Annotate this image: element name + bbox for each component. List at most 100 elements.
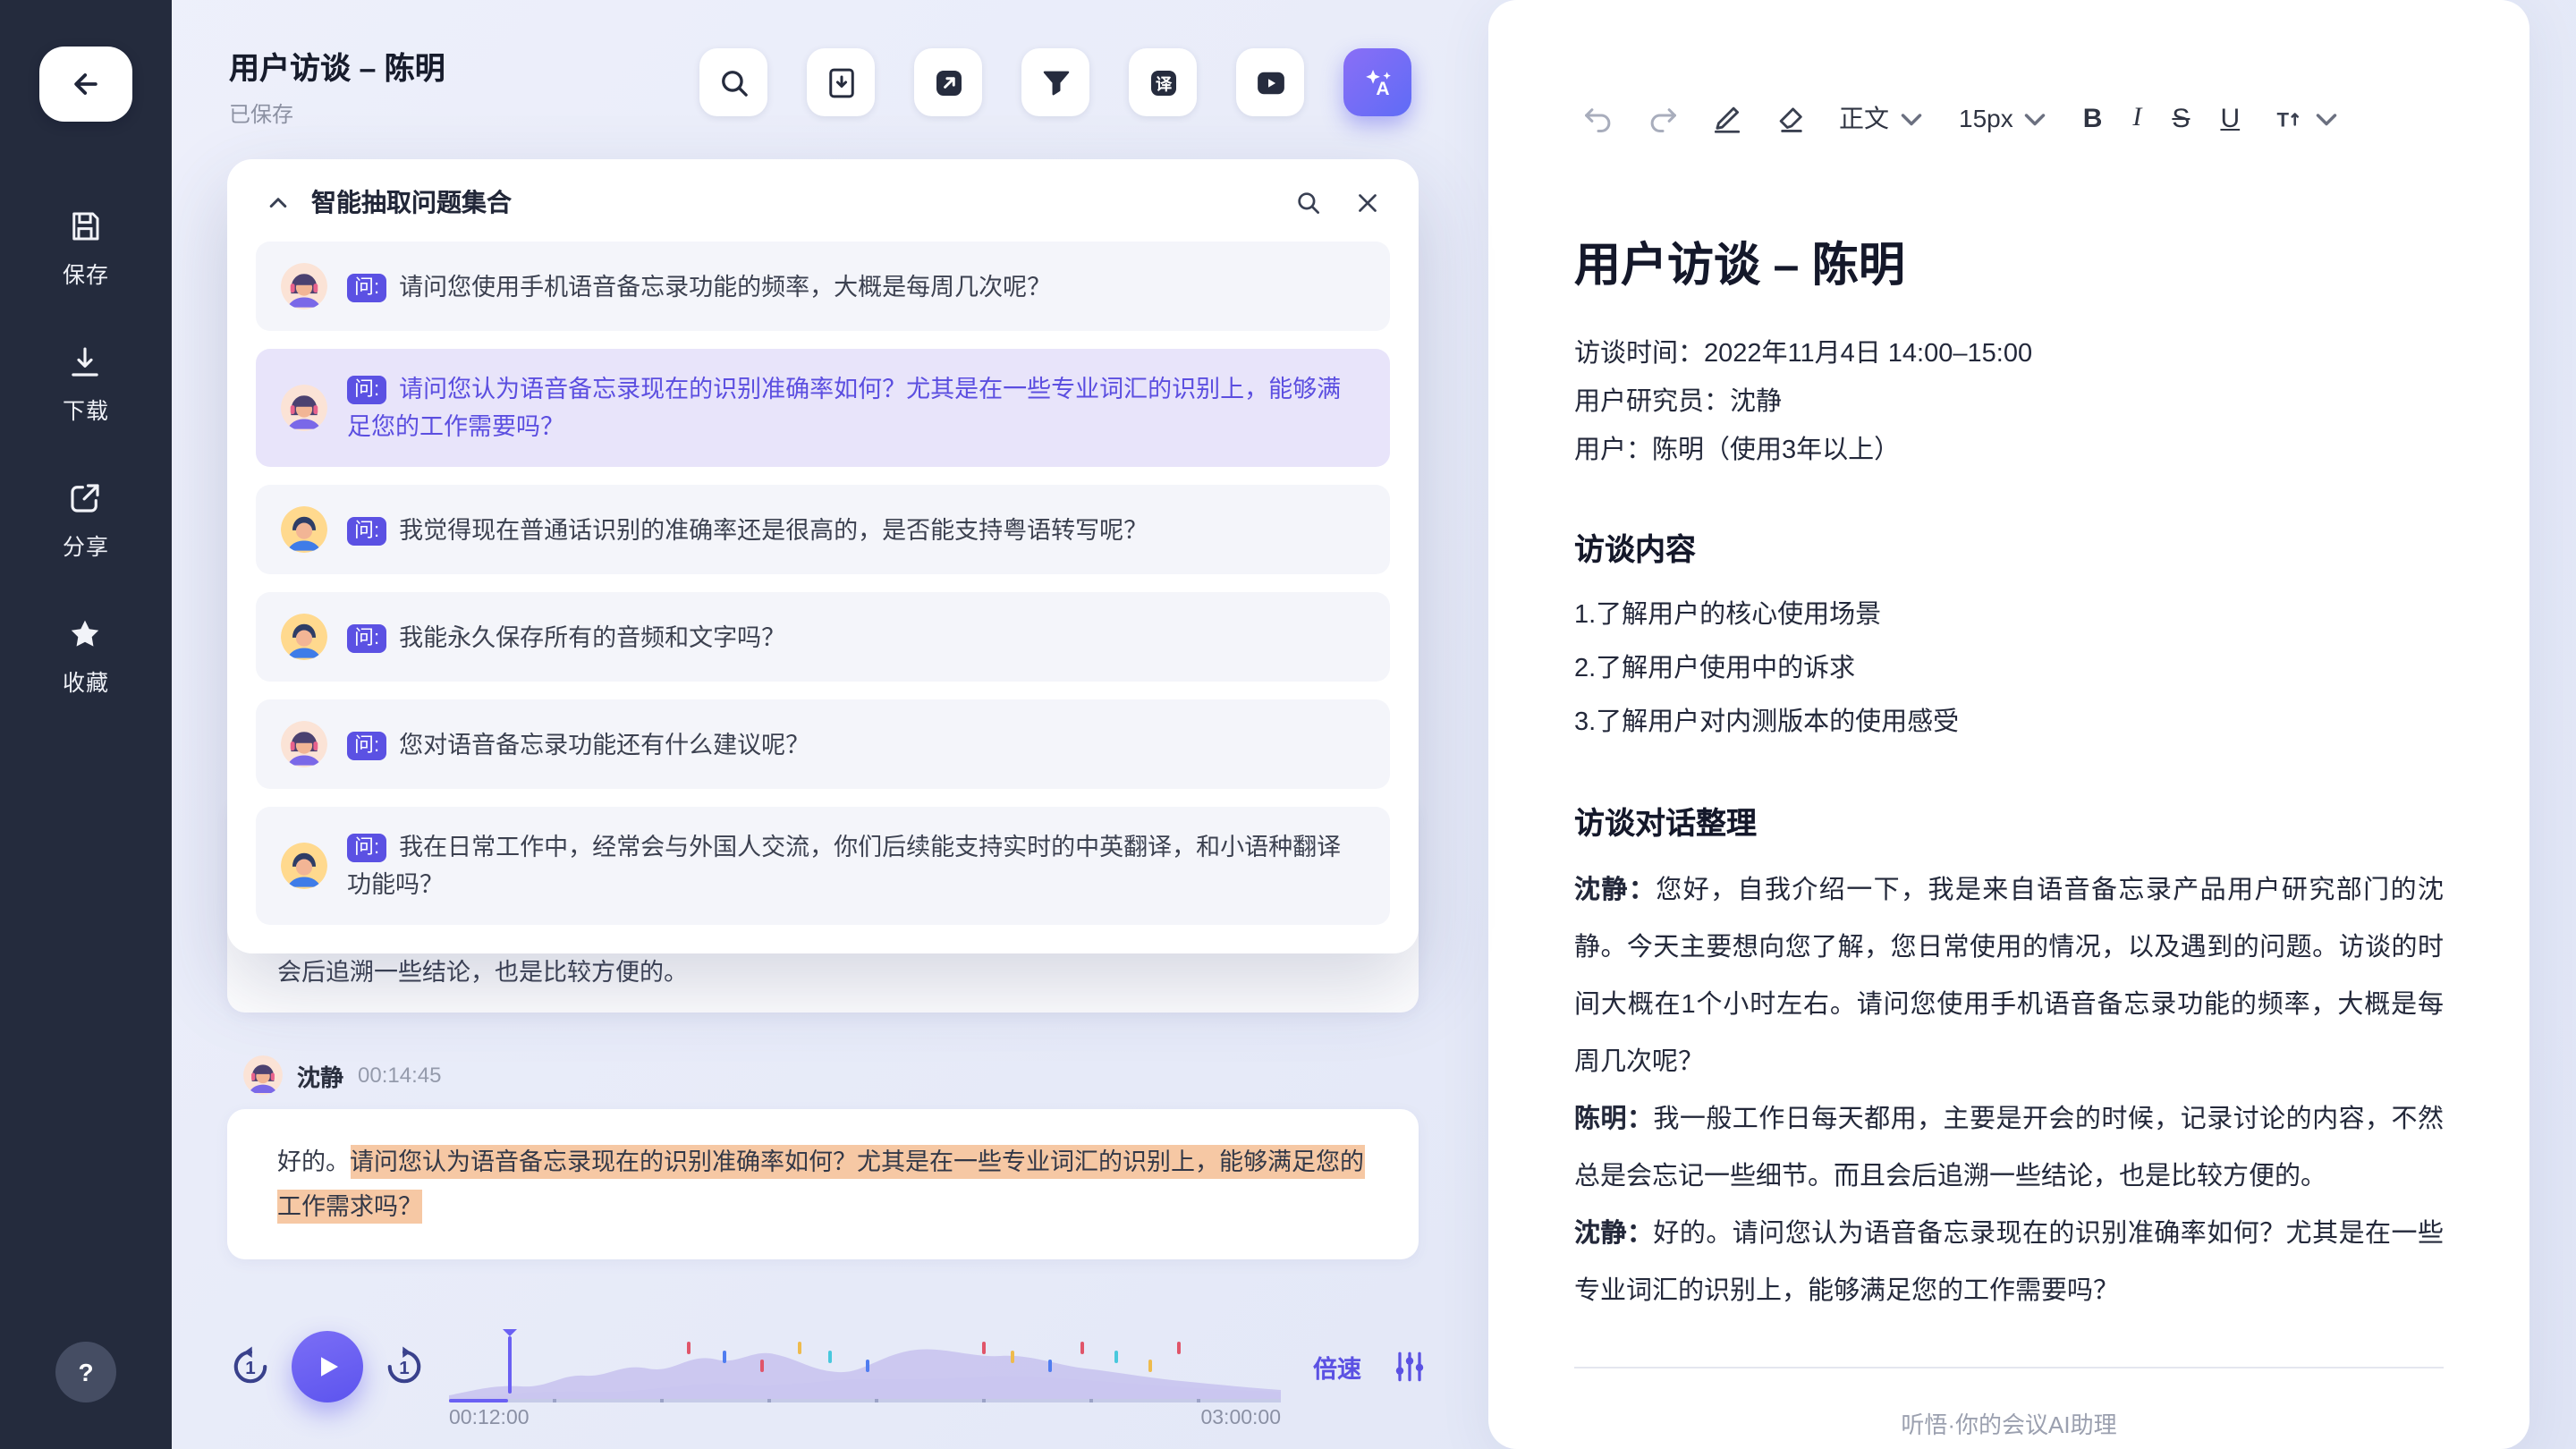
section-title-interview-content: 访谈内容 — [1574, 524, 2444, 569]
paragraph-style-dropdown[interactable]: 正文 — [1839, 100, 1928, 136]
bold-button[interactable]: B — [2083, 103, 2103, 133]
italic-label: I — [2132, 103, 2141, 133]
question-tag-badge: 问: — [347, 834, 386, 862]
waveform-marker — [1177, 1342, 1181, 1354]
transcript-partial-line: 会后追溯一些结论，也是比较方便的。 — [277, 952, 688, 987]
arrow-left-icon — [68, 66, 104, 102]
document-line: 访谈时间：2022年11月4日 14:00–15:00 — [1574, 331, 2444, 379]
speaker-row: 沈静 00:14:45 — [243, 1055, 441, 1095]
svg-text:1: 1 — [245, 1358, 255, 1378]
document-editor[interactable]: 用户访谈 – 陈明 访谈时间：2022年11月4日 14:00–15:00 用户… — [1488, 136, 2529, 1440]
question-tag-badge: 问: — [347, 623, 386, 652]
back-button[interactable] — [39, 47, 132, 122]
document-line: 3.了解用户对内测版本的使用感受 — [1574, 696, 2444, 750]
font-size-dropdown[interactable]: 15px — [1959, 101, 2053, 135]
question-text: 我能永久保存所有的音频和文字吗？ — [399, 623, 785, 650]
document-title: 用户访谈 – 陈明 — [1574, 229, 2444, 295]
text-size-adjust-dropdown[interactable]: T — [2270, 101, 2343, 135]
question-text: 我在日常工作中，经常会与外国人交流，你们后续能支持实时的中英翻译，和小语种翻译功… — [347, 834, 1341, 898]
filter-button[interactable] — [1021, 48, 1089, 116]
transcript-message-card[interactable]: 好的。请问您认为语音备忘录现在的识别准确率如何？尤其是在一些专业词汇的识别上，能… — [227, 1109, 1419, 1259]
ai-assistant-button[interactable]: A — [1343, 48, 1411, 116]
question-item[interactable]: 问: 我能永久保存所有的音频和文字吗？ — [256, 592, 1390, 682]
format-brush-button[interactable] — [1710, 101, 1744, 135]
question-item[interactable]: 问:我在日常工作中，经常会与外国人交流，你们后续能支持实时的中英翻译，和小语种翻… — [256, 807, 1390, 925]
playback-speed-button[interactable]: 倍速 — [1313, 1349, 1361, 1385]
export-icon — [929, 64, 967, 101]
waveform-marker — [686, 1342, 690, 1354]
export-button[interactable] — [914, 48, 982, 116]
undo-icon — [1581, 101, 1615, 135]
waveform-marker — [1148, 1360, 1151, 1372]
dialog-text: 好的。请问您认为语音备忘录现在的识别准确率如何？尤其是在一些专业词汇的识别上，能… — [1574, 1220, 2444, 1306]
skip-back-button[interactable]: 1 — [227, 1343, 274, 1390]
ai-icon: A — [1359, 64, 1396, 101]
app-window: 保存 下载 分享 收藏 ? 用户访谈 – 陈明 已保存 — [0, 0, 2576, 1449]
sidebar-item-share[interactable]: 分享 — [63, 479, 109, 562]
svg-text:1: 1 — [399, 1358, 409, 1378]
sidebar-item-label: 收藏 — [63, 664, 109, 698]
dialog-paragraph: 陈明：我一般工作日每天都用，主要是开会的时候，记录讨论的内容，不然总是会忘记一些… — [1574, 1091, 2444, 1206]
play-button[interactable] — [292, 1331, 363, 1402]
sidebar-item-label: 保存 — [63, 256, 109, 290]
chevron-down-icon — [2019, 101, 2053, 135]
translate-icon: 译 — [1144, 64, 1182, 101]
waveform-marker — [1048, 1360, 1052, 1372]
bold-label: B — [2083, 103, 2103, 133]
question-panel-title: 智能抽取问题集合 — [311, 184, 512, 220]
document-line: 用户研究员：沈静 — [1574, 379, 2444, 428]
redo-button[interactable] — [1646, 101, 1680, 135]
waveform-marker — [827, 1351, 831, 1363]
document-line: 用户：陈明（使用3年以上） — [1574, 428, 2444, 476]
dialog-speaker: 陈明： — [1574, 1106, 1653, 1134]
eraser-icon — [1775, 101, 1809, 135]
sidebar-item-label: 下载 — [63, 392, 109, 426]
sidebar-item-star[interactable]: 收藏 — [63, 615, 109, 698]
sidebar-item-save[interactable]: 保存 — [63, 208, 109, 290]
search-button[interactable] — [699, 48, 767, 116]
translate-button[interactable]: 译 — [1129, 48, 1197, 116]
eraser-button[interactable] — [1775, 101, 1809, 135]
close-icon[interactable] — [1352, 187, 1383, 217]
question-item[interactable]: 问:您对语音备忘录功能还有什么建议呢？ — [256, 699, 1390, 789]
paragraph-style-label: 正文 — [1839, 100, 1889, 136]
svg-text:?: ? — [78, 1359, 93, 1386]
dialog-speaker: 沈静： — [1574, 1220, 1653, 1249]
italic-button[interactable]: I — [2132, 103, 2141, 133]
chevron-down-icon — [1894, 101, 1928, 135]
page-title: 用户访谈 – 陈明 — [229, 43, 445, 88]
question-panel-header: 智能抽取问题集合 — [227, 159, 1419, 234]
question-item[interactable]: 问:我觉得现在普通话识别的准确率还是很高的，是否能支持粤语转写呢？ — [256, 485, 1390, 574]
waveform-progress — [449, 1399, 507, 1402]
strikethrough-button[interactable]: S — [2172, 103, 2190, 133]
skip-forward-button[interactable]: 1 — [381, 1343, 428, 1390]
dialog-speaker: 沈静： — [1574, 877, 1656, 905]
underline-button[interactable]: U — [2220, 103, 2240, 133]
waveform-cursor[interactable] — [507, 1336, 511, 1394]
format-brush-icon — [1710, 101, 1744, 135]
sidebar-nav: 保存 下载 分享 收藏 — [63, 208, 109, 698]
extract-button[interactable] — [807, 48, 875, 116]
video-button[interactable] — [1236, 48, 1304, 116]
speaker-timestamp: 00:14:45 — [358, 1063, 441, 1088]
undo-button[interactable] — [1581, 101, 1615, 135]
waveform-marker — [981, 1342, 985, 1354]
question-item[interactable]: 问:请问您使用手机语音备忘录功能的频率，大概是每周几次呢？ — [256, 242, 1390, 331]
sidebar-item-label: 分享 — [63, 528, 109, 562]
female-avatar — [281, 385, 327, 431]
sidebar: 保存 下载 分享 收藏 ? — [0, 0, 172, 1449]
equalizer-icon[interactable] — [1390, 1347, 1429, 1386]
section-title-dialog: 访谈对话整理 — [1574, 798, 2444, 843]
svg-text:译: 译 — [1155, 74, 1172, 93]
strikethrough-label: S — [2172, 103, 2190, 133]
question-item[interactable]: 问:请问您认为语音备忘录现在的识别准确率如何？尤其是在一些专业词汇的识别上，能够… — [256, 349, 1390, 467]
collapse-button[interactable] — [263, 187, 293, 217]
help-button[interactable]: ? — [55, 1342, 116, 1402]
waveform[interactable]: 00:12:00 03:00:00 — [449, 1331, 1281, 1402]
search-icon[interactable] — [1293, 187, 1324, 217]
message-highlight: 请问您认为语音备忘录现在的识别准确率如何？尤其是在一些专业词汇的识别上，能够满足… — [277, 1145, 1364, 1224]
question-text: 请问您认为语音备忘录现在的识别准确率如何？尤其是在一些专业词汇的识别上，能够满足… — [347, 376, 1341, 440]
sidebar-item-download[interactable]: 下载 — [63, 343, 109, 426]
toolbar: 译 A — [699, 48, 1411, 116]
svg-text:A: A — [1375, 78, 1388, 98]
